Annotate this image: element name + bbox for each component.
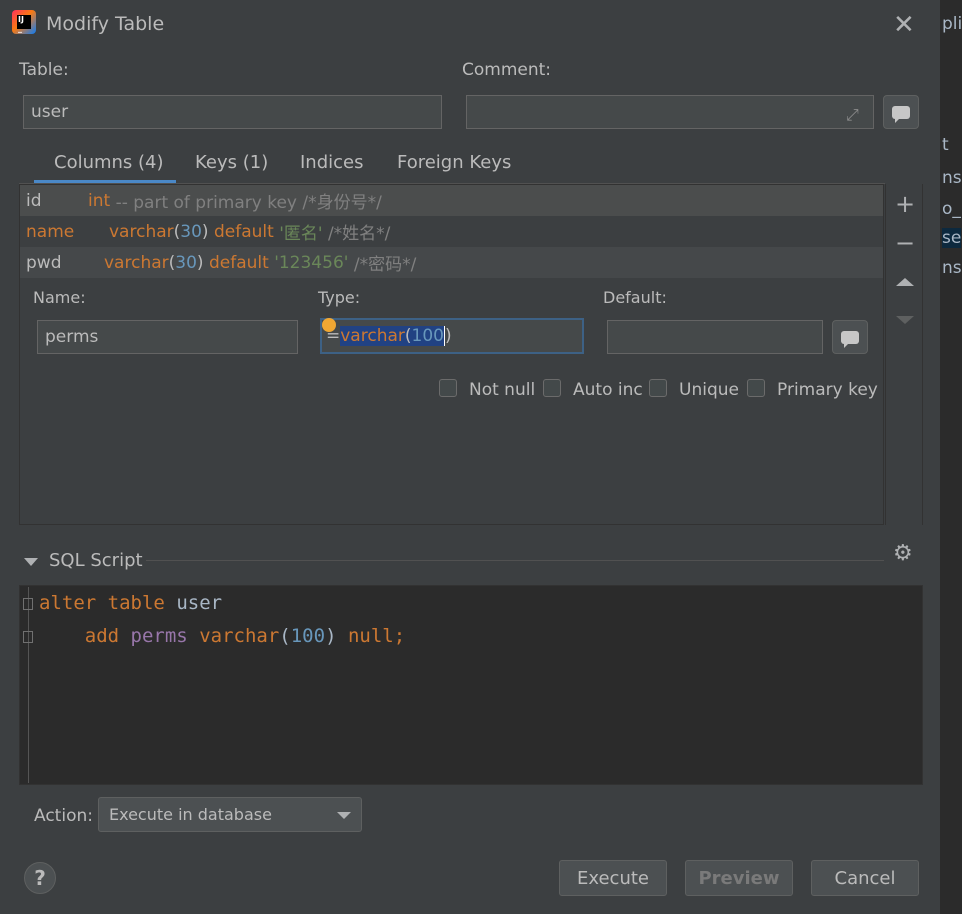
help-button[interactable]: ? (24, 862, 56, 894)
remove-icon[interactable]: − (893, 229, 917, 257)
sql-script-header[interactable]: SQL Script (49, 550, 143, 571)
add-icon[interactable]: + (893, 190, 917, 218)
column-name: name (26, 221, 75, 242)
type-close: ) (443, 326, 452, 346)
comment-label: Comment: (462, 60, 552, 80)
sql-line-1: alter table user (39, 592, 223, 614)
gear-icon[interactable]: ⚙ (893, 541, 913, 566)
speech-bubble-icon (892, 105, 910, 123)
default-label: Default: (603, 288, 667, 307)
modify-table-dialog: IJ _ Modify Table ✕ Table: user Comment: … (0, 0, 940, 914)
column-default-value: '123456' (274, 252, 349, 273)
intellij-app-icon: IJ _ (12, 10, 36, 34)
column-name: id (26, 190, 42, 211)
auto-inc-label: Auto inc (573, 380, 643, 400)
fold-icon[interactable] (23, 631, 33, 643)
column-type: int (88, 190, 111, 211)
column-row-pwd[interactable]: pwd varchar(30) default '123456' /*密码*/ (20, 247, 883, 278)
collapse-triangle-icon[interactable] (24, 558, 38, 566)
column-type: varchar (104, 252, 169, 273)
column-name-input[interactable]: perms (37, 320, 298, 354)
tab-columns[interactable]: Columns (4) (54, 152, 164, 173)
primary-key-label: Primary key (777, 380, 878, 400)
section-divider (146, 560, 884, 561)
dialog-title: Modify Table (46, 13, 165, 35)
chevron-down-icon (337, 812, 351, 819)
column-default-keyword: default (208, 252, 269, 273)
sql-line-2: add perms varchar(100) null; (84, 625, 406, 647)
close-icon[interactable]: ✕ (893, 10, 915, 40)
background-window-fragment: pli t ns o_r se ns (940, 0, 962, 914)
column-type: varchar (109, 221, 174, 242)
tab-indices[interactable]: Indices (300, 152, 364, 173)
speech-bubble-icon (841, 330, 859, 348)
column-default-keyword: default (213, 221, 274, 242)
lightbulb-icon[interactable] (322, 318, 336, 332)
unique-checkbox[interactable] (649, 379, 667, 397)
column-comment: /*密码*/ (353, 255, 417, 275)
comment-editor-button[interactable] (883, 95, 919, 129)
execute-button[interactable]: Execute (559, 860, 667, 896)
expand-icon[interactable]: ⤢ (846, 105, 862, 124)
column-row-name[interactable]: name varchar(30) default '匿名' /*姓名*/ (20, 216, 883, 247)
column-row-id[interactable]: id int -- part of primary key /*身份号*/ (20, 185, 883, 216)
move-down-icon[interactable] (893, 308, 917, 332)
cancel-button[interactable]: Cancel (811, 860, 919, 896)
action-label: Action: (34, 806, 93, 826)
move-up-icon[interactable] (893, 270, 917, 294)
table-name-input[interactable]: user (23, 95, 442, 129)
active-tab-indicator (34, 180, 176, 183)
default-editor-button[interactable] (832, 320, 868, 354)
tab-keys[interactable]: Keys (1) (195, 152, 268, 173)
type-size: 100 (411, 326, 444, 346)
column-name: pwd (26, 252, 62, 273)
action-select[interactable]: Execute in database (98, 797, 362, 832)
type-keyword: varchar (340, 326, 405, 346)
comment-input[interactable] (466, 95, 874, 129)
table-label: Table: (19, 60, 69, 80)
not-null-checkbox[interactable] (439, 379, 457, 397)
column-type-input[interactable]: = varchar(100) (320, 318, 584, 354)
fold-icon[interactable] (23, 598, 33, 610)
name-label: Name: (33, 288, 86, 307)
type-label: Type: (318, 288, 361, 307)
auto-inc-checkbox[interactable] (543, 379, 561, 397)
column-size: 30 (175, 252, 197, 273)
sql-editor[interactable] (19, 585, 923, 785)
column-comment: -- part of primary key /*身份号*/ (110, 193, 382, 213)
tab-foreign-keys[interactable]: Foreign Keys (397, 152, 511, 173)
column-size: 30 (180, 221, 202, 242)
primary-key-checkbox[interactable] (747, 379, 765, 397)
editor-gutter (28, 587, 29, 783)
unique-label: Unique (679, 380, 739, 400)
column-comment: /*姓名*/ (327, 224, 391, 244)
not-null-label: Not null (469, 380, 536, 400)
column-default-value: '匿名' (279, 224, 323, 244)
default-value-input[interactable] (607, 320, 823, 354)
preview-button[interactable]: Preview (685, 860, 793, 896)
